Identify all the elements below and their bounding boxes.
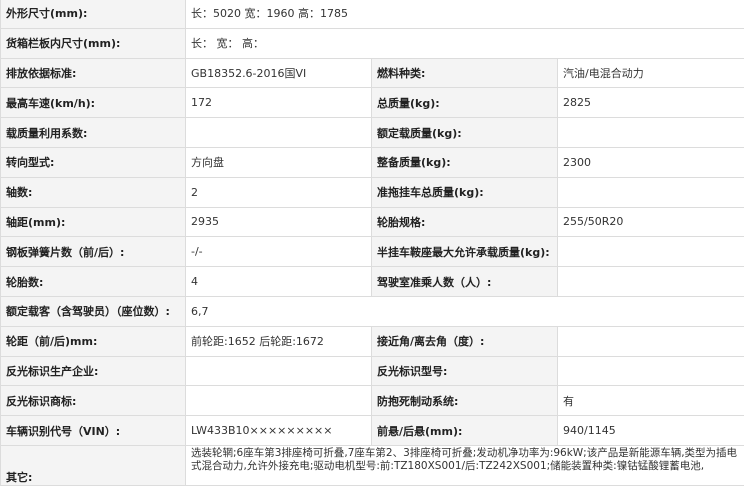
- spec-table: 外形尺寸(mm):长：5020 宽：1960 高：1785货箱栏板内尺寸(mm)…: [0, 0, 744, 486]
- spec-value: 汽油/电混合动力: [558, 58, 744, 88]
- spec-row: 轴距(mm):2935轮胎规格:255/50R20: [1, 207, 744, 237]
- spec-label: 总质量(kg):: [372, 88, 558, 118]
- spec-label: 反光标识商标:: [1, 386, 186, 416]
- other-label: 其它:: [1, 445, 186, 485]
- spec-value: [558, 326, 744, 356]
- spec-label: 反光标识型号:: [372, 356, 558, 386]
- spec-label: 前悬/后悬(mm):: [372, 416, 558, 446]
- spec-value: -/-: [186, 237, 372, 267]
- spec-label: 整备质量(kg):: [372, 147, 558, 177]
- spec-label: 外形尺寸(mm):: [1, 0, 186, 28]
- spec-row: 额定载客（含驾驶员）（座位数）:6,7: [1, 296, 744, 326]
- spec-value: 有: [558, 386, 744, 416]
- spec-row: 转向型式:方向盘整备质量(kg):2300: [1, 147, 744, 177]
- spec-value: 2935: [186, 207, 372, 237]
- spec-label: 额定载客（含驾驶员）（座位数）:: [1, 296, 186, 326]
- spec-label: 车辆识别代号（VIN）:: [1, 416, 186, 446]
- spec-row: 载质量利用系数: 额定载质量(kg):: [1, 118, 744, 148]
- spec-label: 轮胎数:: [1, 267, 186, 297]
- other-text: 选装轮辋;6座车第3排座椅可折叠,7座车第2、3排座椅可折叠;发动机净功率为:9…: [191, 447, 744, 474]
- spec-value: 长： 宽： 高：: [186, 28, 744, 58]
- spec-row: 轮距（前/后)mm:前轮距:1652 后轮距:1672接近角/离去角（度）:: [1, 326, 744, 356]
- spec-label: 防抱死制动系统:: [372, 386, 558, 416]
- spec-value: 2: [186, 177, 372, 207]
- spec-label: 反光标识生产企业:: [1, 356, 186, 386]
- spec-value: 4: [186, 267, 372, 297]
- spec-value: 6,7: [186, 296, 744, 326]
- spec-value: LW433B10×××××××××: [186, 416, 372, 446]
- spec-row: 车辆识别代号（VIN）:LW433B10×××××××××前悬/后悬(mm):9…: [1, 416, 744, 446]
- spec-label: 准拖挂车总质量(kg):: [372, 177, 558, 207]
- spec-row: 轮胎数:4驾驶室准乘人数（人）:: [1, 267, 744, 297]
- spec-value: 前轮距:1652 后轮距:1672: [186, 326, 372, 356]
- spec-value: [558, 177, 744, 207]
- spec-label: 轮距（前/后)mm:: [1, 326, 186, 356]
- spec-value: GB18352.6-2016国VI: [186, 58, 372, 88]
- spec-label: 排放依据标准:: [1, 58, 186, 88]
- spec-label: 燃料种类:: [372, 58, 558, 88]
- spec-label: 钢板弹簧片数（前/后）:: [1, 237, 186, 267]
- spec-row: 货箱栏板内尺寸(mm):长： 宽： 高：: [1, 28, 744, 58]
- spec-row: 最高车速(km/h):172总质量(kg):2825: [1, 88, 744, 118]
- spec-row-other: 其它:选装轮辋;6座车第3排座椅可折叠,7座车第2、3排座椅可折叠;发动机净功率…: [1, 445, 744, 485]
- spec-table-body: 外形尺寸(mm):长：5020 宽：1960 高：1785货箱栏板内尺寸(mm)…: [1, 0, 744, 485]
- spec-label: 接近角/离去角（度）:: [372, 326, 558, 356]
- spec-label: 驾驶室准乘人数（人）:: [372, 267, 558, 297]
- spec-value: 255/50R20: [558, 207, 744, 237]
- spec-value: [186, 386, 372, 416]
- spec-value: [558, 118, 744, 148]
- spec-value: 长：5020 宽：1960 高：1785: [186, 0, 744, 28]
- spec-label: 轴数:: [1, 177, 186, 207]
- spec-value: [186, 118, 372, 148]
- spec-value: 方向盘: [186, 147, 372, 177]
- spec-value: 940/1145: [558, 416, 744, 446]
- spec-label: 额定载质量(kg):: [372, 118, 558, 148]
- spec-label: 轴距(mm):: [1, 207, 186, 237]
- spec-value: 2825: [558, 88, 744, 118]
- spec-row: 钢板弹簧片数（前/后）:-/-半挂车鞍座最大允许承载质量(kg):: [1, 237, 744, 267]
- spec-value: 2300: [558, 147, 744, 177]
- spec-label: 转向型式:: [1, 147, 186, 177]
- other-value: 选装轮辋;6座车第3排座椅可折叠,7座车第2、3排座椅可折叠;发动机净功率为:9…: [186, 445, 744, 485]
- spec-value: [558, 237, 744, 267]
- spec-label: 半挂车鞍座最大允许承载质量(kg):: [372, 237, 558, 267]
- spec-value: [558, 267, 744, 297]
- spec-label: 轮胎规格:: [372, 207, 558, 237]
- spec-value: [558, 356, 744, 386]
- spec-row: 轴数:2准拖挂车总质量(kg):: [1, 177, 744, 207]
- spec-row: 排放依据标准:GB18352.6-2016国VI燃料种类:汽油/电混合动力: [1, 58, 744, 88]
- spec-row: 反光标识商标: 防抱死制动系统:有: [1, 386, 744, 416]
- spec-value: 172: [186, 88, 372, 118]
- spec-row: 外形尺寸(mm):长：5020 宽：1960 高：1785: [1, 0, 744, 28]
- spec-row: 反光标识生产企业: 反光标识型号:: [1, 356, 744, 386]
- spec-label: 货箱栏板内尺寸(mm):: [1, 28, 186, 58]
- spec-value: [186, 356, 372, 386]
- spec-label: 载质量利用系数:: [1, 118, 186, 148]
- spec-label: 最高车速(km/h):: [1, 88, 186, 118]
